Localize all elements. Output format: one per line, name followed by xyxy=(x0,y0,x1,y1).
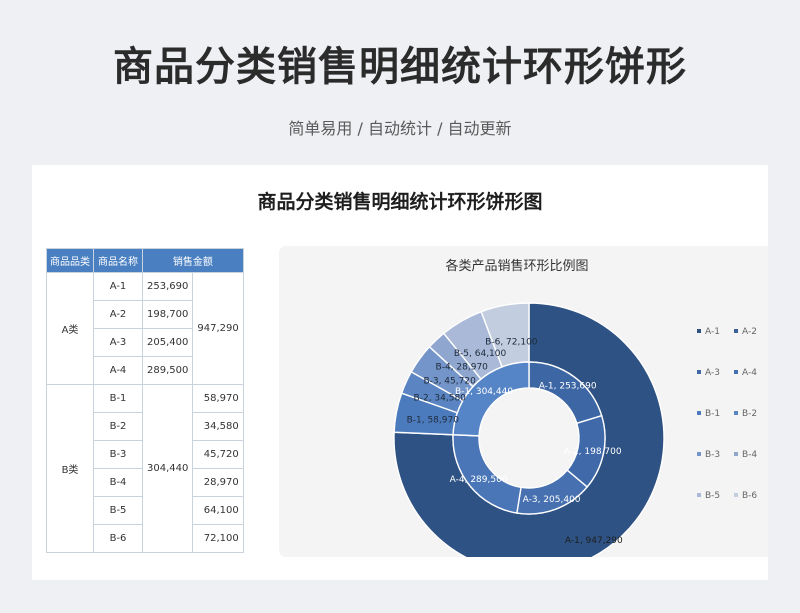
product-cell: A-1 xyxy=(93,272,143,301)
col-header-product: 商品名称 xyxy=(93,248,143,273)
legend-entry: B-3 xyxy=(705,450,720,460)
legend-entry: B-1 xyxy=(705,409,720,419)
chart-panel: 各类产品销售环形比例图 A-1, 947,290 B-1, 58,970 B-2, … xyxy=(279,246,768,557)
col-header-category: 商品品类 xyxy=(46,248,94,273)
amount-cell: 205,400 xyxy=(141,328,194,357)
outer-slice-label: B-5, 64,100 xyxy=(454,349,507,359)
amount-cell: 58,970 xyxy=(192,384,244,413)
category-cell: A类 xyxy=(46,272,94,385)
product-cell: B-1 xyxy=(93,384,143,413)
legend-marker xyxy=(697,329,701,333)
product-cell: B-3 xyxy=(93,440,143,469)
product-cell: A-3 xyxy=(93,328,143,357)
inner-slice-label: A-2, 198,700 xyxy=(564,447,622,457)
legend-entry: A-1 xyxy=(705,327,720,337)
outer-slice-label: B-6, 72,100 xyxy=(485,338,538,348)
legend-entry: A-4 xyxy=(742,368,757,378)
legend-marker xyxy=(734,411,738,415)
sales-table: 商品品类 商品名称 销售金额 A类 A-1 253,690 947,290 A-… xyxy=(46,248,244,553)
donut-chart: 各类产品销售环形比例图 A-1, 947,290B-1, 58,970B-2, … xyxy=(393,258,757,557)
amount-cell: 198,700 xyxy=(141,300,194,329)
inner-slice-label: A-3, 205,400 xyxy=(523,495,581,505)
amount-cell: 34,580 xyxy=(192,412,244,441)
category-cell: B类 xyxy=(46,384,94,553)
legend-marker xyxy=(697,452,701,456)
amount-cell: 28,970 xyxy=(192,468,244,497)
table-header-row: 商品品类 商品名称 销售金额 xyxy=(46,248,244,273)
report-card: 商品分类销售明细统计环形饼形图 商品品类 商品名称 销售金额 A类 A-1 25… xyxy=(32,165,768,580)
legend-marker xyxy=(734,329,738,333)
legend-entry: A-3 xyxy=(705,368,720,378)
outer-slice-label: A-1, 947,290 xyxy=(565,536,623,546)
legend-entry: B-6 xyxy=(742,491,757,501)
legend-marker xyxy=(734,493,738,497)
card-title: 商品分类销售明细统计环形饼形图 xyxy=(257,191,543,213)
legend-entry: B-5 xyxy=(705,491,720,501)
inner-slice-label: A-1, 253,690 xyxy=(539,382,597,392)
page-title: 商品分类销售明细统计环形饼形 xyxy=(113,44,687,90)
legend-marker xyxy=(697,370,701,374)
chart-legend: A-1 A-2 A-3 A-4 B-1 B-2 B-3 B-4 B-5 B-6 xyxy=(697,327,757,501)
legend-entry: B-2 xyxy=(742,409,757,419)
table-row: A类 A-1 253,690 947,290 xyxy=(46,272,244,385)
table-row: B类 B-1 304,440 58,970 xyxy=(46,384,244,553)
amount-cell: 253,690 xyxy=(141,272,194,301)
legend-marker xyxy=(734,452,738,456)
legend-entry: A-2 xyxy=(742,327,757,337)
inner-slice-label: A-4, 289,500 xyxy=(450,475,508,485)
product-cell: A-4 xyxy=(93,356,143,385)
product-cell: A-2 xyxy=(93,300,143,329)
product-cell: B-5 xyxy=(93,496,143,525)
col-header-amount: 销售金额 xyxy=(142,248,244,273)
page-subtitle: 简单易用 / 自动统计 / 自动更新 xyxy=(288,119,512,138)
category-total-cell: 947,290 xyxy=(192,272,244,385)
outer-slice-label: B-4, 28,970 xyxy=(436,363,489,373)
amount-cell: 72,100 xyxy=(192,524,244,553)
amount-cell: 289,500 xyxy=(141,356,194,385)
inner-slice-label: B-1, 304,440 xyxy=(455,387,513,397)
legend-marker xyxy=(734,370,738,374)
chart-title: 各类产品销售环形比例图 xyxy=(445,258,588,274)
amount-cell: 64,100 xyxy=(192,496,244,525)
product-cell: B-6 xyxy=(93,524,143,553)
product-cell: B-4 xyxy=(93,468,143,497)
legend-marker xyxy=(697,493,701,497)
category-total-cell: 304,440 xyxy=(141,384,194,553)
legend-marker xyxy=(697,411,701,415)
outer-slice-label: B-3, 45,720 xyxy=(423,377,476,387)
legend-entry: B-4 xyxy=(742,450,757,460)
outer-slice-label: B-1, 58,970 xyxy=(407,415,460,425)
amount-cell: 45,720 xyxy=(192,440,244,469)
product-cell: B-2 xyxy=(93,412,143,441)
